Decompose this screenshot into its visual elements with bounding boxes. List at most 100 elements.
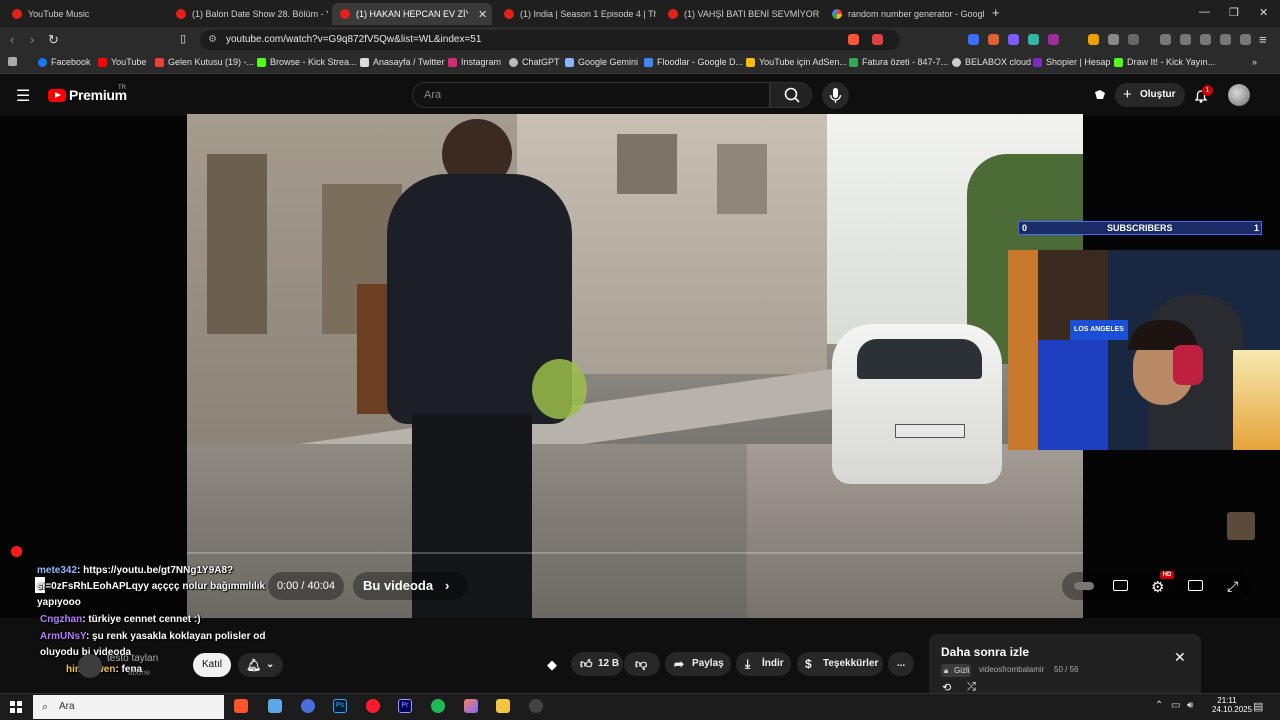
extension-icon[interactable] xyxy=(1028,34,1039,45)
bookmark-twitter[interactable]: Anasayfa / Twitter xyxy=(360,57,444,67)
spotify-app-icon[interactable] xyxy=(431,699,445,713)
tab-india-season[interactable]: (1) India | Season 1 Episode 4 | The V xyxy=(496,3,656,25)
like-button[interactable]: 👍︎ 12 B xyxy=(571,652,623,676)
settings-gear-icon[interactable]: ⚙ xyxy=(1151,578,1164,596)
channel-name[interactable]: testo taylan xyxy=(107,653,158,664)
hamburger-menu-icon[interactable]: ☰ xyxy=(16,86,30,106)
extension-icon[interactable] xyxy=(968,34,979,45)
youtube-logo-icon[interactable] xyxy=(48,89,66,102)
tab-vahsi-bati[interactable]: (1) VAHŞİ BATI BENİ SEVMİYOR | RED xyxy=(660,3,820,25)
thanks-button[interactable]: $ Teşekkürler xyxy=(797,652,883,676)
voice-search-button[interactable] xyxy=(822,82,849,109)
fullscreen-icon[interactable]: ⤢ xyxy=(1227,578,1238,595)
subtitles-icon[interactable] xyxy=(1113,580,1128,591)
extension-icon[interactable] xyxy=(1048,34,1059,45)
video-frame[interactable] xyxy=(187,114,1083,618)
extension-icon[interactable] xyxy=(1008,34,1019,45)
download-button[interactable]: ⤓ İndir xyxy=(736,652,791,676)
site-info-icon[interactable]: ⚙ xyxy=(208,30,217,50)
subscribed-bell-button[interactable]: 🔔︎ ⌄ xyxy=(238,653,283,677)
dislike-button[interactable]: 👎︎ xyxy=(624,652,660,676)
more-bookmarks-icon[interactable]: » xyxy=(1252,57,1257,67)
app-icon[interactable] xyxy=(268,699,282,713)
extension-icon[interactable] xyxy=(1088,34,1099,45)
bookmark-youtube[interactable]: YouTube xyxy=(98,57,146,67)
vpn-icon[interactable] xyxy=(1240,34,1251,45)
extension-icon[interactable] xyxy=(988,34,999,45)
share-button[interactable]: ➦ Paylaş xyxy=(665,652,731,676)
tab-balon-date-show[interactable]: (1) Balon Date Show 28. Bölüm - You xyxy=(168,3,328,25)
join-button[interactable]: Katıl xyxy=(193,653,231,677)
discord-app-icon[interactable] xyxy=(301,699,315,713)
playlist-owner[interactable]: videosfrombalamir xyxy=(979,665,1044,674)
minimize-icon[interactable]: — xyxy=(1199,6,1210,18)
notification-center-icon[interactable]: ▤ xyxy=(1253,700,1263,713)
media-icon[interactable] xyxy=(1160,34,1171,45)
cast-icon[interactable] xyxy=(1093,88,1109,102)
youtube-icon xyxy=(176,9,186,19)
close-window-icon[interactable]: ✕ xyxy=(1259,6,1268,19)
taskbar-search-input[interactable]: ⌕ Ara xyxy=(33,695,224,719)
tray-chevron-icon[interactable]: ⌃ xyxy=(1155,700,1163,711)
new-tab-button[interactable]: + xyxy=(992,5,1000,20)
app-icon[interactable] xyxy=(529,699,543,713)
premiere-app-icon[interactable]: Pr xyxy=(398,699,412,713)
wallet-icon[interactable] xyxy=(1200,34,1211,45)
chat-message: mete342: https://youtu.be/gt7NNg1Y9A8? xyxy=(37,565,233,576)
tab-hakan-hepcan[interactable]: (1) HAKAN HEPCAN EV ZİYARETİ ✕ xyxy=(332,3,492,25)
bookmark-icon[interactable]: ▯ xyxy=(180,32,186,45)
restore-icon[interactable]: ❐ xyxy=(1229,6,1239,19)
menu-icon[interactable]: ≡ xyxy=(1259,32,1267,47)
clock[interactable]: 21:11 24.10.2025 xyxy=(1212,696,1252,714)
file-explorer-icon[interactable] xyxy=(496,699,510,713)
bookmark-facebook[interactable]: Facebook xyxy=(38,57,91,67)
playlist-title[interactable]: Daha sonra izle xyxy=(941,645,1029,659)
bookmark-gmail[interactable]: Gelen Kutusu (19) -... xyxy=(155,57,254,67)
back-icon[interactable]: ‹ xyxy=(10,32,14,47)
search-input[interactable]: Ara xyxy=(412,82,770,108)
extension-icon[interactable] xyxy=(1128,34,1139,45)
bookmark-belabox[interactable]: BELABOX cloud xyxy=(952,57,1031,67)
reload-icon[interactable]: ↻ xyxy=(48,32,59,48)
chapter-button[interactable]: Bu videoda › xyxy=(353,572,468,600)
brave-app-icon[interactable] xyxy=(234,699,248,713)
network-icon[interactable]: ▭ xyxy=(1171,700,1180,711)
gaming-icon[interactable]: ◆ xyxy=(547,657,557,673)
opera-app-icon[interactable] xyxy=(366,699,380,713)
bookmark-adsense[interactable]: YouTube için AdSen... xyxy=(746,57,847,67)
bookmark-gemini[interactable]: Google Gemini xyxy=(565,57,638,67)
apps-icon[interactable] xyxy=(8,57,21,66)
search-button[interactable] xyxy=(770,82,812,108)
video-progress-bar[interactable] xyxy=(187,552,1083,554)
leo-ai-icon[interactable] xyxy=(1220,34,1231,45)
bookmark-kick[interactable]: Browse - Kick Strea... xyxy=(257,57,357,67)
close-icon[interactable]: ✕ xyxy=(478,8,487,21)
autoplay-toggle[interactable] xyxy=(1074,582,1094,590)
miniplayer-icon[interactable] xyxy=(1188,580,1203,591)
bookmark-fatura[interactable]: Fatura özeti - 847-7... xyxy=(849,57,948,67)
tab-random-number[interactable]: random number generator - Google xyxy=(824,3,984,25)
volume-icon[interactable]: 🔊︎ xyxy=(1187,700,1193,711)
share-icon: ➦ xyxy=(674,657,685,671)
extensions-puzzle-icon[interactable] xyxy=(1108,34,1119,45)
tab-youtube-music[interactable]: YouTube Music xyxy=(4,3,164,25)
bookmark-draw-it[interactable]: Draw It! - Kick Yayın... xyxy=(1114,57,1215,67)
forward-icon[interactable]: › xyxy=(30,32,34,47)
more-actions-button[interactable]: ... xyxy=(888,652,914,676)
account-avatar[interactable] xyxy=(1228,84,1250,106)
bookmark-shopier[interactable]: Shopier | Hesap xyxy=(1033,57,1110,67)
bookmark-label: ChatGPT xyxy=(522,57,560,67)
photos-app-icon[interactable] xyxy=(464,699,478,713)
create-button[interactable]: + Oluştur xyxy=(1115,83,1185,107)
brave-rewards-icon[interactable] xyxy=(872,34,883,45)
bookmark-instagram[interactable]: Instagram xyxy=(448,57,501,67)
photoshop-app-icon[interactable]: Ps xyxy=(333,699,347,713)
url-field[interactable]: ⚙ youtube.com/watch?v=G9q872fV5Qw&list=W… xyxy=(200,30,900,50)
sidebar-icon[interactable] xyxy=(1180,34,1191,45)
channel-avatar[interactable] xyxy=(78,654,102,678)
bookmark-chatgpt[interactable]: ChatGPT xyxy=(509,57,560,67)
bookmark-floodlar[interactable]: Floodlar - Google D... xyxy=(644,57,743,67)
brave-shields-icon[interactable] xyxy=(848,34,859,45)
close-icon[interactable]: ✕ xyxy=(1174,649,1186,666)
start-button[interactable] xyxy=(10,701,22,713)
